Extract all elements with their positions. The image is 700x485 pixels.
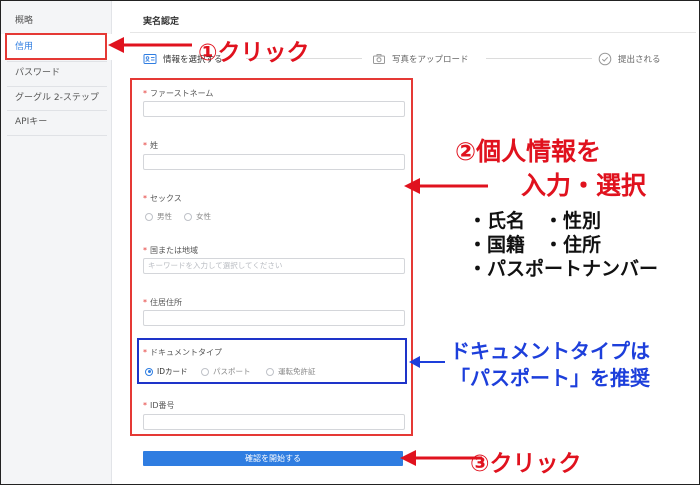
document-type-highlight — [137, 338, 407, 384]
annotation-fields-line1: ・氏名 ・性別 — [468, 210, 602, 232]
radio-button[interactable] — [184, 212, 192, 221]
annotation-fields-line2: ・国籍 ・住所 — [468, 234, 602, 256]
doc-radio-passport[interactable]: パスポート — [201, 366, 251, 377]
page-title: 実名認定 — [143, 17, 180, 27]
step-label: 提出される — [618, 55, 661, 65]
document-type-label: * ドキュメントタイプ — [143, 348, 222, 357]
sidebar-credit-highlight — [5, 33, 107, 60]
step-connector — [486, 58, 592, 59]
check-circle-icon — [598, 52, 612, 66]
id-number-label: * ID番号 — [143, 401, 175, 410]
radio-label: 男性 — [157, 212, 172, 221]
first-name-input[interactable] — [143, 101, 405, 117]
step-submitted: 提出される — [598, 52, 661, 66]
sidebar-item-google-2step[interactable]: グーグル 2-ステップ — [1, 85, 112, 111]
sidebar-item-label: APIキー — [15, 117, 48, 127]
sex-label: * セックス — [143, 194, 182, 203]
sex-radio-female[interactable]: 女性 — [184, 211, 211, 222]
first-name-label: * ファーストネーム — [143, 89, 214, 98]
sidebar-item-label: パスワード — [15, 68, 61, 78]
annotation-step3: ③クリック — [470, 451, 582, 477]
sidebar-item-api-key[interactable]: APIキー — [1, 109, 112, 135]
doc-radio-id-card[interactable]: IDカード — [145, 366, 188, 377]
sex-radio-male[interactable]: 男性 — [145, 211, 172, 222]
radio-button[interactable] — [201, 367, 209, 376]
annotation-fields-line3: ・パスポートナンバー — [468, 258, 659, 280]
sidebar: 概略 信用 パスワード グーグル 2-ステップ APIキー — [1, 1, 112, 484]
sidebar-item-label: 概略 — [15, 16, 34, 26]
annotation-step2-line1: ②個人情報を — [455, 137, 602, 166]
annotation-doc-note-line2: 「パスポート」を推奨 — [450, 366, 650, 390]
last-name-input[interactable] — [143, 154, 405, 170]
id-card-icon — [143, 52, 157, 66]
sidebar-item-label: グーグル 2-ステップ — [15, 93, 99, 103]
address-input[interactable] — [143, 310, 405, 326]
country-label: * 国または地域 — [143, 246, 198, 255]
radio-label: IDカード — [157, 367, 188, 376]
step-upload-photo: 写真をアップロード — [372, 52, 469, 66]
id-number-input[interactable] — [143, 414, 405, 430]
sidebar-divider — [7, 135, 107, 136]
sidebar-item-password[interactable]: パスワード — [1, 60, 112, 86]
step-label: 写真をアップロード — [392, 55, 469, 65]
doc-radio-drivers-license[interactable]: 運転免許証 — [266, 366, 316, 377]
address-label: * 住居住所 — [143, 298, 182, 307]
radio-button[interactable] — [145, 212, 153, 221]
annotation-doc-note-line1: ドキュメントタイプは — [450, 339, 650, 363]
radio-label: パスポート — [213, 367, 251, 376]
radio-label: 運転免許証 — [278, 367, 316, 376]
radio-button[interactable] — [145, 367, 153, 376]
camera-icon — [372, 52, 386, 66]
annotation-step2-line2: 入力・選択 — [521, 171, 647, 200]
annotation-step1: ①クリック — [198, 40, 310, 66]
last-name-label: * 姓 — [143, 141, 158, 150]
start-verification-button[interactable]: 確認を開始する — [143, 451, 403, 466]
radio-label: 女性 — [196, 212, 211, 221]
sidebar-item-overview[interactable]: 概略 — [1, 8, 112, 34]
radio-button[interactable] — [266, 367, 274, 376]
country-select[interactable]: キーワードを入力して選択してください — [143, 258, 405, 274]
